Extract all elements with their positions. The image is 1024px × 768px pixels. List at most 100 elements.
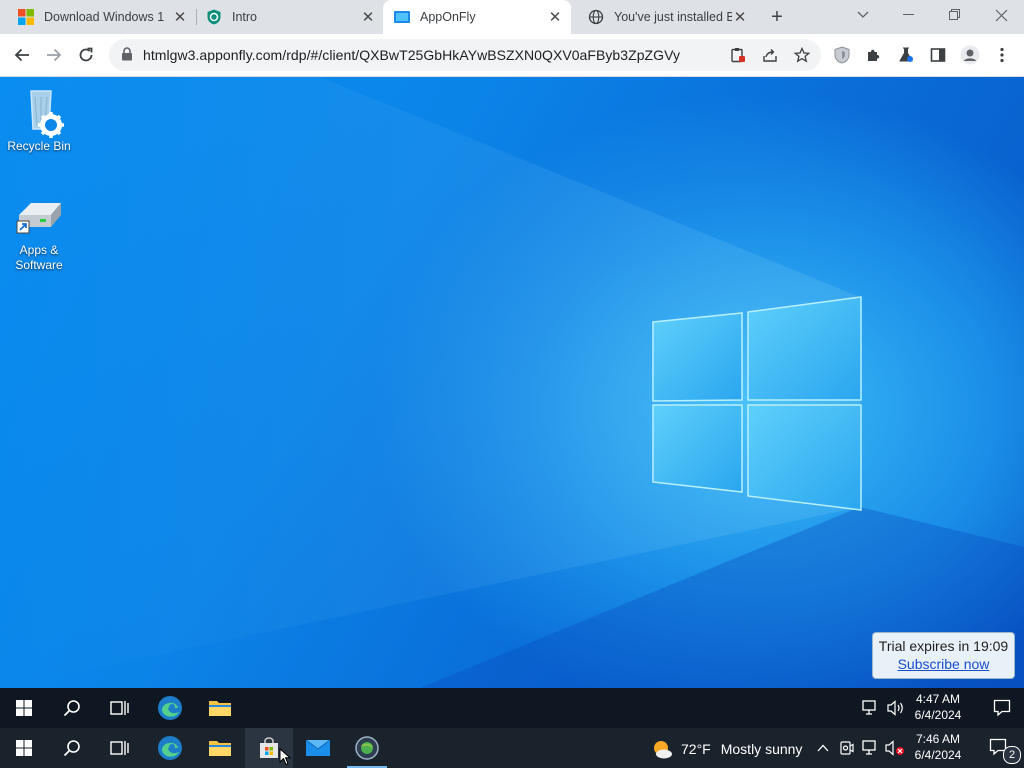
tab-title: Download Windows 1 [44, 10, 165, 24]
tab-download-windows[interactable]: Download Windows 1 ✕ [0, 0, 197, 34]
folder-icon [209, 741, 231, 756]
desktop-icon-label: Recycle Bin [7, 139, 71, 153]
file-explorer-taskbar-button[interactable] [196, 728, 244, 768]
lock-icon[interactable] [121, 47, 133, 61]
tab-apponfly[interactable]: AppOnFly ✕ [383, 0, 571, 34]
edge-taskbar-button[interactable] [146, 688, 194, 728]
close-window-button[interactable] [978, 0, 1024, 30]
clock[interactable]: 4:47 AM 6/4/2024 [910, 691, 966, 723]
close-icon[interactable]: ✕ [360, 9, 376, 26]
trial-notice: Trial expires in 19:09 Subscribe now [872, 632, 1015, 679]
minimize-button[interactable] [886, 0, 932, 30]
edge-icon [158, 736, 182, 760]
microsoft-logo-icon [18, 9, 34, 25]
mouse-cursor-icon [279, 748, 291, 766]
tab-strip: Download Windows 1 ✕ Intro ✕ AppOnFly ✕ … [0, 0, 1024, 34]
desktop-icon-apps-software[interactable]: Apps & Software [0, 197, 78, 273]
flask-extension-icon[interactable] [896, 45, 916, 65]
close-icon[interactable]: ✕ [547, 9, 563, 26]
search-button[interactable] [48, 728, 96, 768]
volume-muted-tray-button[interactable] [884, 728, 906, 768]
clock[interactable]: 7:46 AM 6/4/2024 [910, 731, 966, 763]
mail-icon [305, 739, 331, 756]
windows-start-icon [16, 700, 32, 716]
search-icon [63, 700, 80, 717]
network-icon [862, 700, 876, 715]
reload-button[interactable] [73, 42, 99, 68]
weather-text: Mostly sunny [720, 741, 803, 757]
store-bag-icon [260, 737, 278, 758]
close-icon [995, 9, 1007, 21]
close-icon[interactable]: ✕ [172, 9, 188, 26]
tab-intro[interactable]: Intro ✕ [188, 0, 384, 34]
reload-icon [79, 47, 93, 62]
tab-search-button[interactable] [840, 0, 886, 30]
clock-time: 4:47 AM [915, 692, 961, 706]
back-arrow-icon [14, 48, 29, 62]
action-center-button[interactable] [978, 688, 1024, 728]
apponfly-icon [394, 11, 410, 23]
task-view-icon [110, 741, 129, 755]
mail-taskbar-button[interactable] [294, 728, 342, 768]
tab-title: Intro [232, 10, 258, 24]
clipboard-blocked-icon[interactable] [729, 46, 747, 64]
volume-tray-button[interactable] [884, 688, 908, 728]
windows-wallpaper [0, 77, 1024, 688]
shield-extension-icon[interactable] [832, 45, 852, 65]
speaker-muted-icon [885, 740, 904, 756]
url-text[interactable]: htmlgw3.apponfly.com/rdp/#/client/QXBwT2… [143, 47, 680, 63]
desktop-icon-recycle-bin[interactable]: Recycle Bin [0, 85, 78, 154]
subscribe-link[interactable]: Subscribe now [873, 656, 1014, 672]
show-hidden-icons-button[interactable] [812, 728, 834, 768]
chevron-up-icon [817, 744, 829, 752]
new-tab-button[interactable]: + [766, 6, 788, 28]
remote-desktop-taskbar-button[interactable] [343, 728, 391, 768]
store-taskbar-button[interactable] [245, 728, 293, 768]
partly-sunny-icon [654, 741, 672, 759]
clock-date: 6/4/2024 [914, 708, 962, 722]
clock-time: 7:46 AM [915, 732, 961, 746]
notification-count-badge: 2 [1003, 746, 1021, 764]
back-button[interactable] [9, 42, 35, 68]
file-explorer-taskbar-button[interactable] [196, 688, 244, 728]
meet-now-button[interactable] [836, 728, 858, 768]
restore-icon [949, 9, 960, 20]
folder-icon [209, 701, 231, 716]
chevron-down-icon [857, 11, 869, 18]
side-panel-icon[interactable] [928, 45, 948, 65]
weather-widget[interactable]: 72°F Mostly sunny [650, 738, 802, 760]
profile-avatar-icon[interactable] [960, 45, 980, 65]
recycle-bin-icon [30, 90, 64, 138]
windows-start-icon [16, 740, 32, 756]
start-button[interactable] [0, 728, 48, 768]
extensions-puzzle-icon[interactable] [864, 45, 884, 65]
address-bar[interactable]: htmlgw3.apponfly.com/rdp/#/client/QXBwT2… [109, 39, 821, 71]
search-icon [63, 740, 80, 757]
bookmark-star-icon[interactable] [793, 46, 811, 64]
remote-desktop[interactable]: Recycle Bin Apps & Software [0, 77, 1024, 688]
action-center-button[interactable]: 2 [976, 728, 1024, 768]
search-button[interactable] [48, 688, 96, 728]
edge-icon [158, 696, 182, 720]
notification-icon [993, 699, 1011, 717]
minimize-icon [903, 14, 914, 15]
network-tray-button[interactable] [858, 688, 884, 728]
weather-temp: 72°F [681, 741, 711, 757]
restore-button[interactable] [932, 0, 978, 30]
share-icon[interactable] [761, 46, 779, 64]
network-icon [862, 740, 876, 755]
close-icon[interactable]: ✕ [732, 9, 748, 26]
task-view-icon [110, 701, 129, 715]
network-tray-button[interactable] [860, 728, 882, 768]
task-view-button[interactable] [96, 728, 144, 768]
task-view-button[interactable] [96, 688, 144, 728]
camera-icon [840, 741, 854, 755]
desktop-icon-label: Apps & Software [15, 243, 63, 272]
speaker-icon [887, 700, 903, 716]
tab-installed[interactable]: You've just installed Bi ✕ [570, 0, 756, 34]
forward-button[interactable] [41, 42, 67, 68]
menu-kebab-icon[interactable] [992, 45, 1012, 65]
trial-text: Trial expires in 19:09 [878, 638, 1009, 654]
start-button[interactable] [0, 688, 48, 728]
edge-taskbar-button[interactable] [146, 728, 194, 768]
